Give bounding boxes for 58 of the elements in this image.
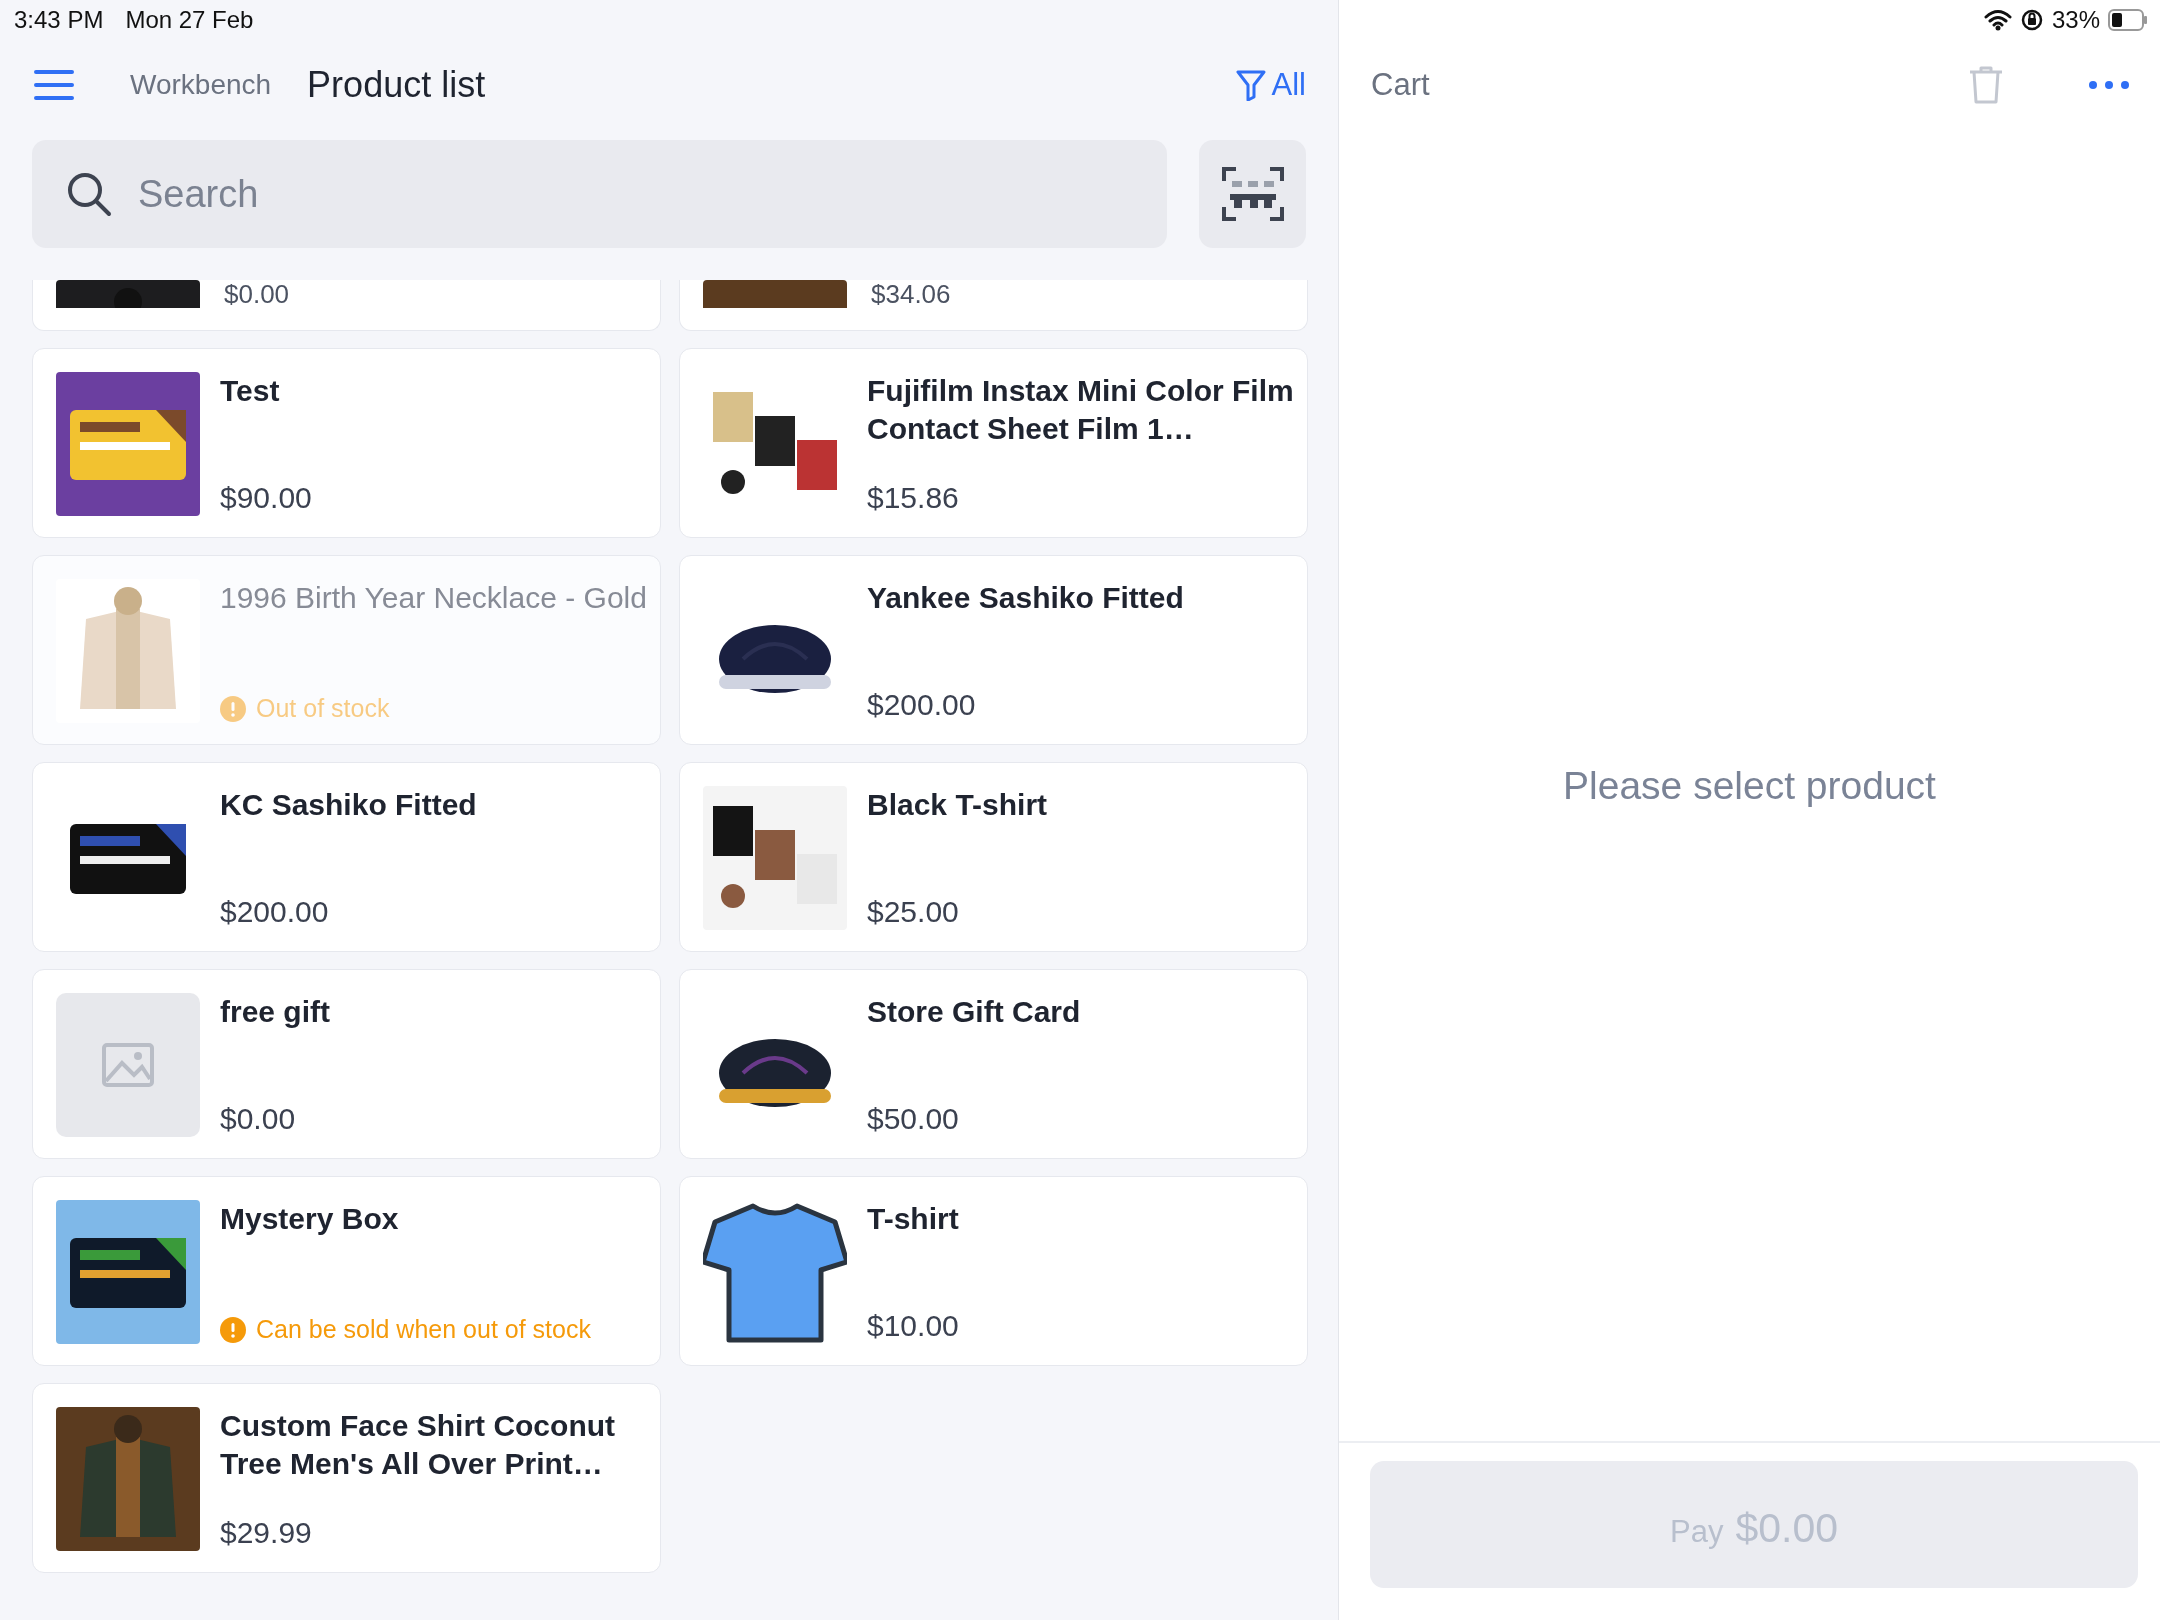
product-card[interactable]: KC Sashiko Fitted $200.00 xyxy=(32,762,661,952)
barcode-scan-button[interactable] xyxy=(1199,140,1306,248)
page-title: Product list xyxy=(307,64,486,106)
product-name: Fujifilm Instax Mini Color Film Contact Sheet Film 1… xyxy=(867,373,1295,447)
battery-icon xyxy=(2108,9,2148,31)
cart-title: Cart xyxy=(1371,67,1430,103)
rotation-lock-icon xyxy=(2019,8,2044,32)
product-name: Mystery Box xyxy=(220,1201,400,1237)
barcode-scan-icon xyxy=(1221,167,1284,221)
product-name: Test xyxy=(220,373,281,409)
product-name: 1996 Birth Year Necklace - Gold xyxy=(220,580,648,616)
stock-note: Out of stock xyxy=(256,694,390,723)
product-name: free gift xyxy=(220,994,331,1030)
product-card[interactable]: $34.06 xyxy=(679,280,1308,331)
product-price: $0.00 xyxy=(224,280,291,308)
status-date: Mon 27 Feb xyxy=(125,6,254,34)
product-price: $29.99 xyxy=(220,1515,313,1551)
product-card[interactable]: Mystery Box Can be sold when out of stock xyxy=(32,1176,661,1366)
product-name: Custom Face Shirt Coconut Tree Men's All Over Print… xyxy=(220,1408,617,1482)
product-card[interactable]: T-shirt $10.00 xyxy=(679,1176,1308,1366)
product-price: $10.00 xyxy=(867,1308,960,1344)
image-placeholder-icon xyxy=(56,993,200,1137)
search-bar[interactable]: Search xyxy=(32,140,1167,248)
product-card[interactable]: free gift $0.00 xyxy=(32,969,661,1159)
product-price: $200.00 xyxy=(220,894,330,930)
product-price: $50.00 xyxy=(867,1101,960,1137)
stock-note: Can be sold when out of stock xyxy=(256,1315,591,1344)
filter-button[interactable]: All xyxy=(1235,67,1306,103)
empty-cart-message: Please select product xyxy=(1563,763,1936,808)
warning-icon xyxy=(220,1316,246,1343)
product-price: $0.00 xyxy=(220,1101,297,1137)
search-field[interactable]: Search xyxy=(136,171,1133,217)
product-name: T-shirt xyxy=(867,1201,960,1237)
search-icon xyxy=(66,171,112,217)
product-name: KC Sashiko Fitted xyxy=(220,787,478,823)
product-card[interactable]: Black T-shirt $25.00 xyxy=(679,762,1308,952)
breadcrumb-link[interactable]: Workbench xyxy=(130,69,272,101)
product-price: $200.00 xyxy=(867,687,977,723)
product-card[interactable]: Yankee Sashiko Fitted $200.00 xyxy=(679,555,1308,745)
battery-percentage: 33% xyxy=(2051,6,2100,34)
warning-icon xyxy=(220,695,246,722)
product-card[interactable]: Store Gift Card $50.00 xyxy=(679,969,1308,1159)
product-card[interactable]: $0.00 xyxy=(32,280,661,331)
product-name: Yankee Sashiko Fitted xyxy=(867,580,1185,616)
product-price: $25.00 xyxy=(867,894,960,930)
menu-icon[interactable] xyxy=(34,69,74,101)
product-card[interactable]: Test $90.00 xyxy=(32,348,661,538)
wifi-icon xyxy=(1983,9,2012,31)
product-price: $34.06 xyxy=(871,280,952,308)
product-price: $90.00 xyxy=(220,480,313,516)
product-card[interactable]: Fujifilm Instax Mini Color Film Contact Sheet Film 1… $15.86 xyxy=(679,348,1308,538)
filter-icon xyxy=(1235,69,1266,101)
status-time: 3:43 PM xyxy=(14,6,104,34)
product-card[interactable]: Custom Face Shirt Coconut Tree Men's All Over Print… $29.99 xyxy=(32,1383,661,1573)
product-name: Store Gift Card xyxy=(867,994,1082,1030)
more-icon[interactable] xyxy=(2088,80,2130,90)
product-name: Black T-shirt xyxy=(867,787,1049,823)
product-price: $15.86 xyxy=(867,480,960,516)
